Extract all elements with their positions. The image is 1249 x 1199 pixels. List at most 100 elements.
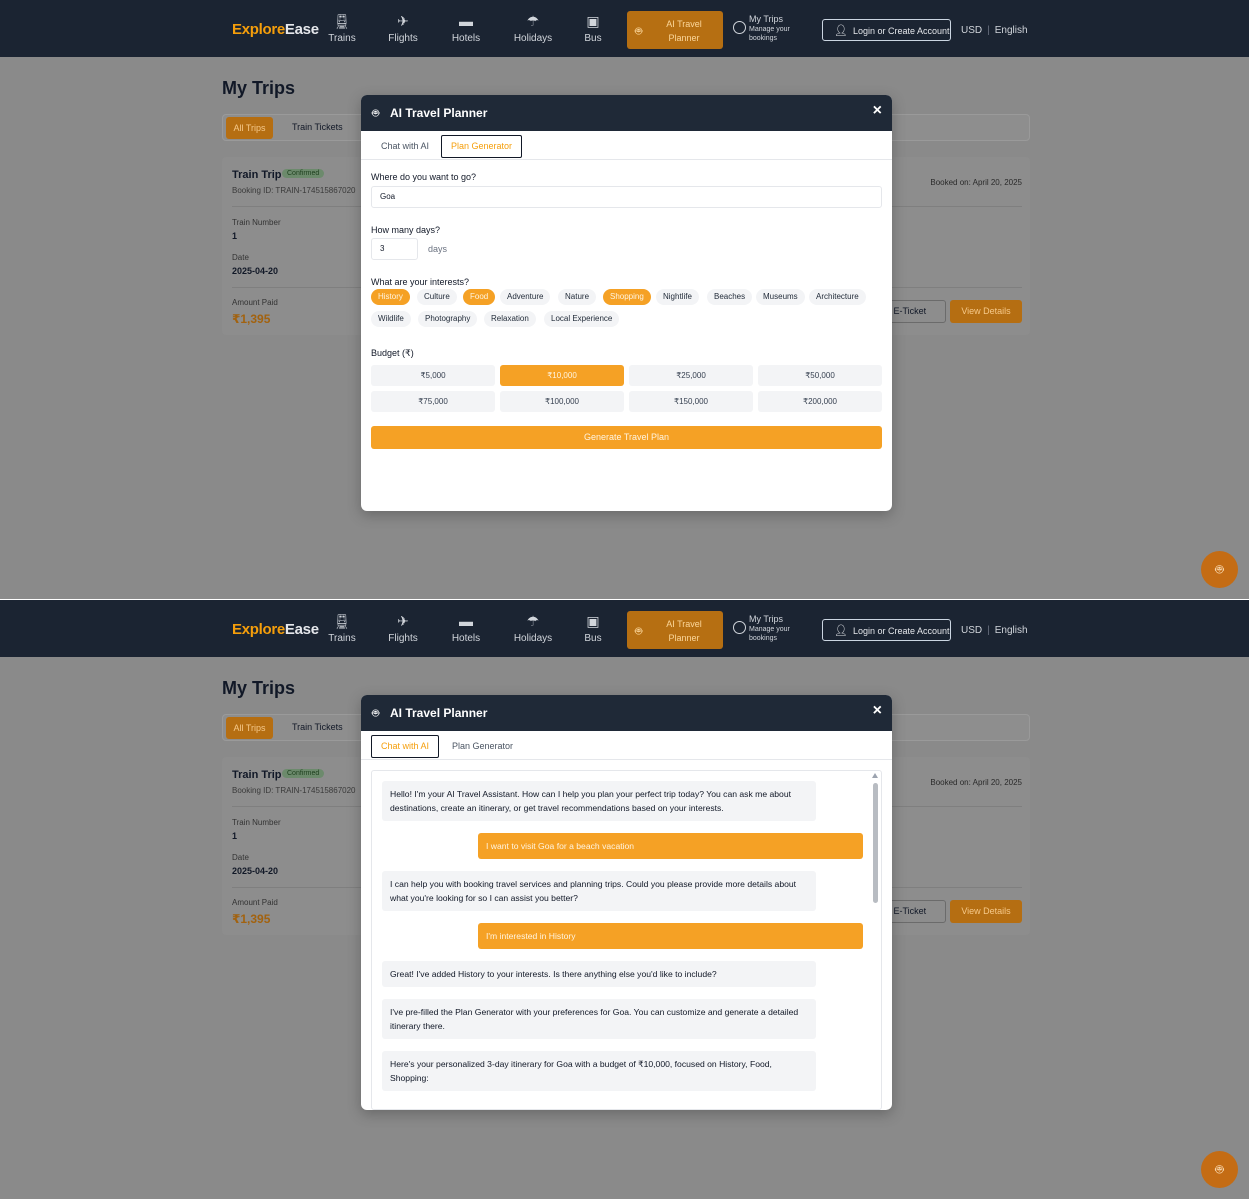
user-icon: 👤︎ <box>834 625 848 637</box>
tab-train-tickets[interactable]: Train Tickets <box>292 122 343 132</box>
booking-id: Booking ID: TRAIN-174515867020 <box>232 786 356 795</box>
nav-bus[interactable]: ▣ Bus <box>568 612 618 644</box>
nav-ai-planner[interactable]: 🤖︎ AI Travel Planner <box>627 611 723 649</box>
budget-option[interactable]: ₹50,000 <box>758 365 882 386</box>
destination-input[interactable]: Goa <box>371 186 882 208</box>
nav-bus[interactable]: ▣ Bus <box>568 12 618 44</box>
days-label: How many days? <box>371 225 441 235</box>
assistant-message: I've pre-filled the Plan Generator with … <box>382 999 816 1039</box>
tab-plan-generator[interactable]: Plan Generator <box>441 135 523 158</box>
interest-chip[interactable]: Wildlife <box>371 311 411 327</box>
amount-label: Amount Paid <box>232 298 278 307</box>
clock-icon <box>733 621 746 634</box>
budget-option[interactable]: ₹10,000 <box>500 365 624 386</box>
modal-tabs: Chat with AI Plan Generator <box>361 731 892 760</box>
booked-on: Booked on: April 20, 2025 <box>930 178 1022 187</box>
screenshot-plan-generator: ExploreEase 🚆︎ Trains ✈︎ Flights ▬ Hotels ☂… <box>0 0 1249 599</box>
modal-header: 🤖︎ AI Travel Planner × <box>361 695 892 731</box>
login-button[interactable]: 👤︎ Login or Create Account <box>822 19 951 41</box>
login-button[interactable]: 👤︎ Login or Create Account <box>822 619 951 641</box>
scroll-up-arrow-icon[interactable] <box>872 773 878 778</box>
interest-chip[interactable]: Relaxation <box>484 311 536 327</box>
nav-ai-planner[interactable]: 🤖︎ AI Travel Planner <box>627 11 723 49</box>
plane-icon: ✈︎ <box>397 13 409 29</box>
nav-flights[interactable]: ✈︎ Flights <box>378 12 428 44</box>
ai-chat-fab[interactable]: 🤖︎ <box>1201 551 1238 588</box>
modal-title: AI Travel Planner <box>390 106 488 120</box>
bed-icon: ▬ <box>459 613 473 629</box>
scrollbar-thumb[interactable] <box>873 783 878 903</box>
tab-train-tickets[interactable]: Train Tickets <box>292 722 343 732</box>
interest-chip[interactable]: History <box>371 289 410 305</box>
budget-option[interactable]: ₹150,000 <box>629 391 753 412</box>
plan-generator-form: Where do you want to go? Goa How many da… <box>371 160 882 511</box>
user-message: I want to visit Goa for a beach vacation <box>478 833 863 859</box>
generate-plan-button[interactable]: Generate Travel Plan <box>371 426 882 449</box>
budget-option[interactable]: ₹25,000 <box>629 365 753 386</box>
interest-chip[interactable]: Nature <box>558 289 597 305</box>
interest-chip[interactable]: Nightlife <box>656 289 699 305</box>
interest-chip[interactable]: Photography <box>418 311 478 327</box>
top-navbar: ExploreEase 🚆︎ Trains ✈︎ Flights ▬ Hotels ☂… <box>0 600 1249 657</box>
interest-chip[interactable]: Food <box>463 289 496 305</box>
ai-chat-fab[interactable]: 🤖︎ <box>1201 1151 1238 1188</box>
amount-label: Amount Paid <box>232 898 278 907</box>
chat-panel: Hello! I'm your AI Travel Assistant. How… <box>371 760 882 1110</box>
robot-icon: 🤖︎ <box>1215 1161 1224 1177</box>
modal-title: AI Travel Planner <box>390 706 488 720</box>
budget-label: Budget (₹) <box>371 348 414 358</box>
assistant-message: Here's your personalized 3-day itinerary… <box>382 1051 816 1091</box>
nav-trains[interactable]: 🚆︎ Trains <box>317 12 367 44</box>
view-details-button[interactable]: View Details <box>950 900 1022 923</box>
assistant-message: Great! I've added History to your intere… <box>382 961 816 987</box>
interest-chip[interactable]: Culture <box>417 289 457 305</box>
currency-selector[interactable]: USD <box>961 625 982 636</box>
interest-chip[interactable]: Architecture <box>809 289 866 305</box>
booked-on: Booked on: April 20, 2025 <box>930 778 1022 787</box>
interest-chip[interactable]: Local Experience <box>544 311 620 327</box>
budget-option[interactable]: ₹5,000 <box>371 365 495 386</box>
tab-plan-generator[interactable]: Plan Generator <box>442 735 523 758</box>
train-number-label: Train Number <box>232 218 281 227</box>
trip-date: 2025-04-20 <box>232 266 279 276</box>
locale-selector[interactable]: USD | English <box>961 25 1028 36</box>
nav-flights[interactable]: ✈︎ Flights <box>378 612 428 644</box>
nav-trains[interactable]: 🚆︎ Trains <box>317 612 367 644</box>
ai-planner-modal: 🤖︎ AI Travel Planner × Chat with AI Plan… <box>361 695 892 1110</box>
umbrella-icon: ☂︎ <box>526 613 540 629</box>
close-icon[interactable]: × <box>873 102 882 120</box>
tab-all-trips[interactable]: All Trips <box>226 717 273 739</box>
train-number-label: Train Number <box>232 818 281 827</box>
destination-label: Where do you want to go? <box>371 172 477 182</box>
tab-all-trips[interactable]: All Trips <box>226 117 273 139</box>
interest-chip[interactable]: Beaches <box>707 289 753 305</box>
tab-chat-with-ai[interactable]: Chat with AI <box>371 135 439 158</box>
chat-messages[interactable]: Hello! I'm your AI Travel Assistant. How… <box>371 770 882 1110</box>
trip-title: Train Trip <box>232 169 282 181</box>
logo[interactable]: ExploreEase <box>232 21 319 38</box>
language-selector[interactable]: English <box>995 25 1028 36</box>
currency-selector[interactable]: USD <box>961 25 982 36</box>
page-title: My Trips <box>222 78 296 98</box>
status-badge: Confirmed <box>282 169 325 178</box>
close-icon[interactable]: × <box>873 702 882 720</box>
tab-chat-with-ai[interactable]: Chat with AI <box>371 735 440 758</box>
interest-chip[interactable]: Adventure <box>500 289 551 305</box>
nav-hotels[interactable]: ▬ Hotels <box>441 12 491 44</box>
budget-option[interactable]: ₹100,000 <box>500 391 624 412</box>
interest-chip[interactable]: Museums <box>756 289 805 305</box>
budget-option[interactable]: ₹75,000 <box>371 391 495 412</box>
view-details-button[interactable]: View Details <box>950 300 1022 323</box>
robot-icon: 🤖︎ <box>372 706 380 720</box>
language-selector[interactable]: English <box>995 625 1028 636</box>
budget-option[interactable]: ₹200,000 <box>758 391 882 412</box>
logo[interactable]: ExploreEase <box>232 621 319 638</box>
nav-holidays[interactable]: ☂︎ Holidays <box>508 12 558 44</box>
locale-selector[interactable]: USD | English <box>961 625 1028 636</box>
interest-chip[interactable]: Shopping <box>603 289 651 305</box>
clock-icon <box>733 21 746 34</box>
nav-hotels[interactable]: ▬ Hotels <box>441 612 491 644</box>
train-number: 1 <box>232 231 238 241</box>
days-input[interactable]: 3 <box>371 238 418 260</box>
nav-holidays[interactable]: ☂︎ Holidays <box>508 612 558 644</box>
